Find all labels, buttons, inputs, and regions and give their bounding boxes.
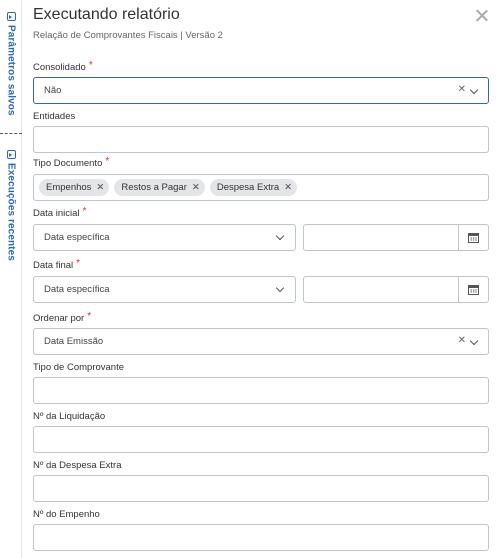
data-inicial-mode-select[interactable]: Data específica: [33, 224, 296, 251]
chip-restos-a-pagar: Restos a Pagar ✕: [114, 179, 205, 196]
chevron-down-icon[interactable]: [469, 85, 479, 95]
tab-saved-params[interactable]: Parâmetros salvos: [0, 12, 22, 116]
ordenar-por-select[interactable]: Data Emissão ✕: [33, 328, 489, 355]
ordenar-por-label: Ordenar por *: [33, 311, 92, 324]
data-final-date-input[interactable]: [303, 276, 489, 303]
required-marker: *: [88, 60, 93, 71]
data-final-label: Data final *: [33, 258, 81, 271]
num-liquidacao-input[interactable]: [33, 426, 489, 453]
clear-icon[interactable]: ✕: [458, 84, 466, 95]
tab-saved-params-label: Parâmetros salvos: [5, 25, 17, 116]
tipo-comprovante-input[interactable]: [33, 377, 489, 404]
data-inicial-label: Data inicial *: [33, 206, 87, 219]
consolidado-value: Não: [44, 85, 62, 96]
report-execution-panel: Parâmetros salvos Execuções recentes Exe…: [0, 0, 501, 558]
required-marker: *: [87, 311, 92, 322]
tab-recent-runs-label: Execuções recentes: [5, 163, 17, 261]
num-despesa-extra-label: Nº da Despesa Extra: [33, 460, 122, 471]
tipo-documento-label: Tipo Documento *: [33, 156, 110, 169]
calendar-icon[interactable]: [468, 284, 479, 295]
num-liquidacao-label: Nº da Liquidação: [33, 411, 106, 422]
expand-panel-icon: [6, 150, 16, 159]
chevron-down-icon[interactable]: [275, 231, 285, 241]
chip-remove-icon[interactable]: ✕: [96, 182, 104, 193]
clear-icon[interactable]: ✕: [458, 335, 466, 346]
tipo-documento-multiselect[interactable]: Empenhos ✕ Restos a Pagar ✕ Despesa Extr…: [33, 174, 489, 201]
ordenar-por-label-text: Ordenar por: [33, 313, 85, 324]
chip-label: Empenhos: [46, 182, 92, 193]
chevron-down-icon[interactable]: [275, 283, 285, 293]
expand-panel-icon: [6, 12, 16, 21]
data-final-label-text: Data final: [33, 260, 74, 271]
chip-empenhos: Empenhos ✕: [39, 179, 110, 196]
side-rail: Parâmetros salvos Execuções recentes: [0, 0, 22, 558]
divider: [458, 277, 459, 302]
num-empenho-input[interactable]: [33, 524, 489, 551]
data-final-mode-value: Data específica: [44, 284, 110, 295]
divider: [458, 225, 459, 250]
required-marker: *: [76, 258, 81, 269]
chip-remove-icon[interactable]: ✕: [284, 182, 292, 193]
chip-remove-icon[interactable]: ✕: [192, 182, 200, 193]
entidades-label: Entidades: [33, 111, 76, 122]
rail-divider: [0, 133, 22, 134]
tipo-documento-label-text: Tipo Documento: [33, 158, 103, 169]
tipo-comprovante-label: Tipo de Comprovante: [33, 362, 125, 373]
tab-recent-runs[interactable]: Execuções recentes: [0, 150, 22, 261]
ordenar-por-value: Data Emissão: [44, 336, 104, 347]
consolidado-select[interactable]: Não ✕: [33, 77, 489, 104]
close-icon[interactable]: [475, 9, 489, 23]
page-subtitle: Relação de Comprovantes Fiscais | Versão…: [33, 30, 223, 41]
chip-label: Despesa Extra: [216, 182, 280, 193]
chip-label: Restos a Pagar: [121, 182, 187, 193]
chip-despesa-extra: Despesa Extra ✕: [209, 179, 298, 196]
consolidado-label-text: Consolidado: [33, 62, 86, 73]
page-title: Executando relatório: [33, 6, 180, 23]
required-marker: *: [105, 156, 110, 167]
data-final-mode-select[interactable]: Data específica: [33, 276, 296, 303]
data-inicial-label-text: Data inicial: [33, 208, 80, 219]
calendar-icon[interactable]: [468, 232, 479, 243]
num-despesa-extra-input[interactable]: [33, 475, 489, 502]
chevron-down-icon[interactable]: [469, 336, 479, 346]
data-inicial-date-input[interactable]: [303, 224, 489, 251]
data-inicial-mode-value: Data específica: [44, 232, 110, 243]
required-marker: *: [82, 206, 87, 217]
entidades-input[interactable]: [33, 126, 489, 153]
num-empenho-label: Nº do Empenho: [33, 509, 100, 520]
consolidado-label: Consolidado *: [33, 60, 93, 73]
